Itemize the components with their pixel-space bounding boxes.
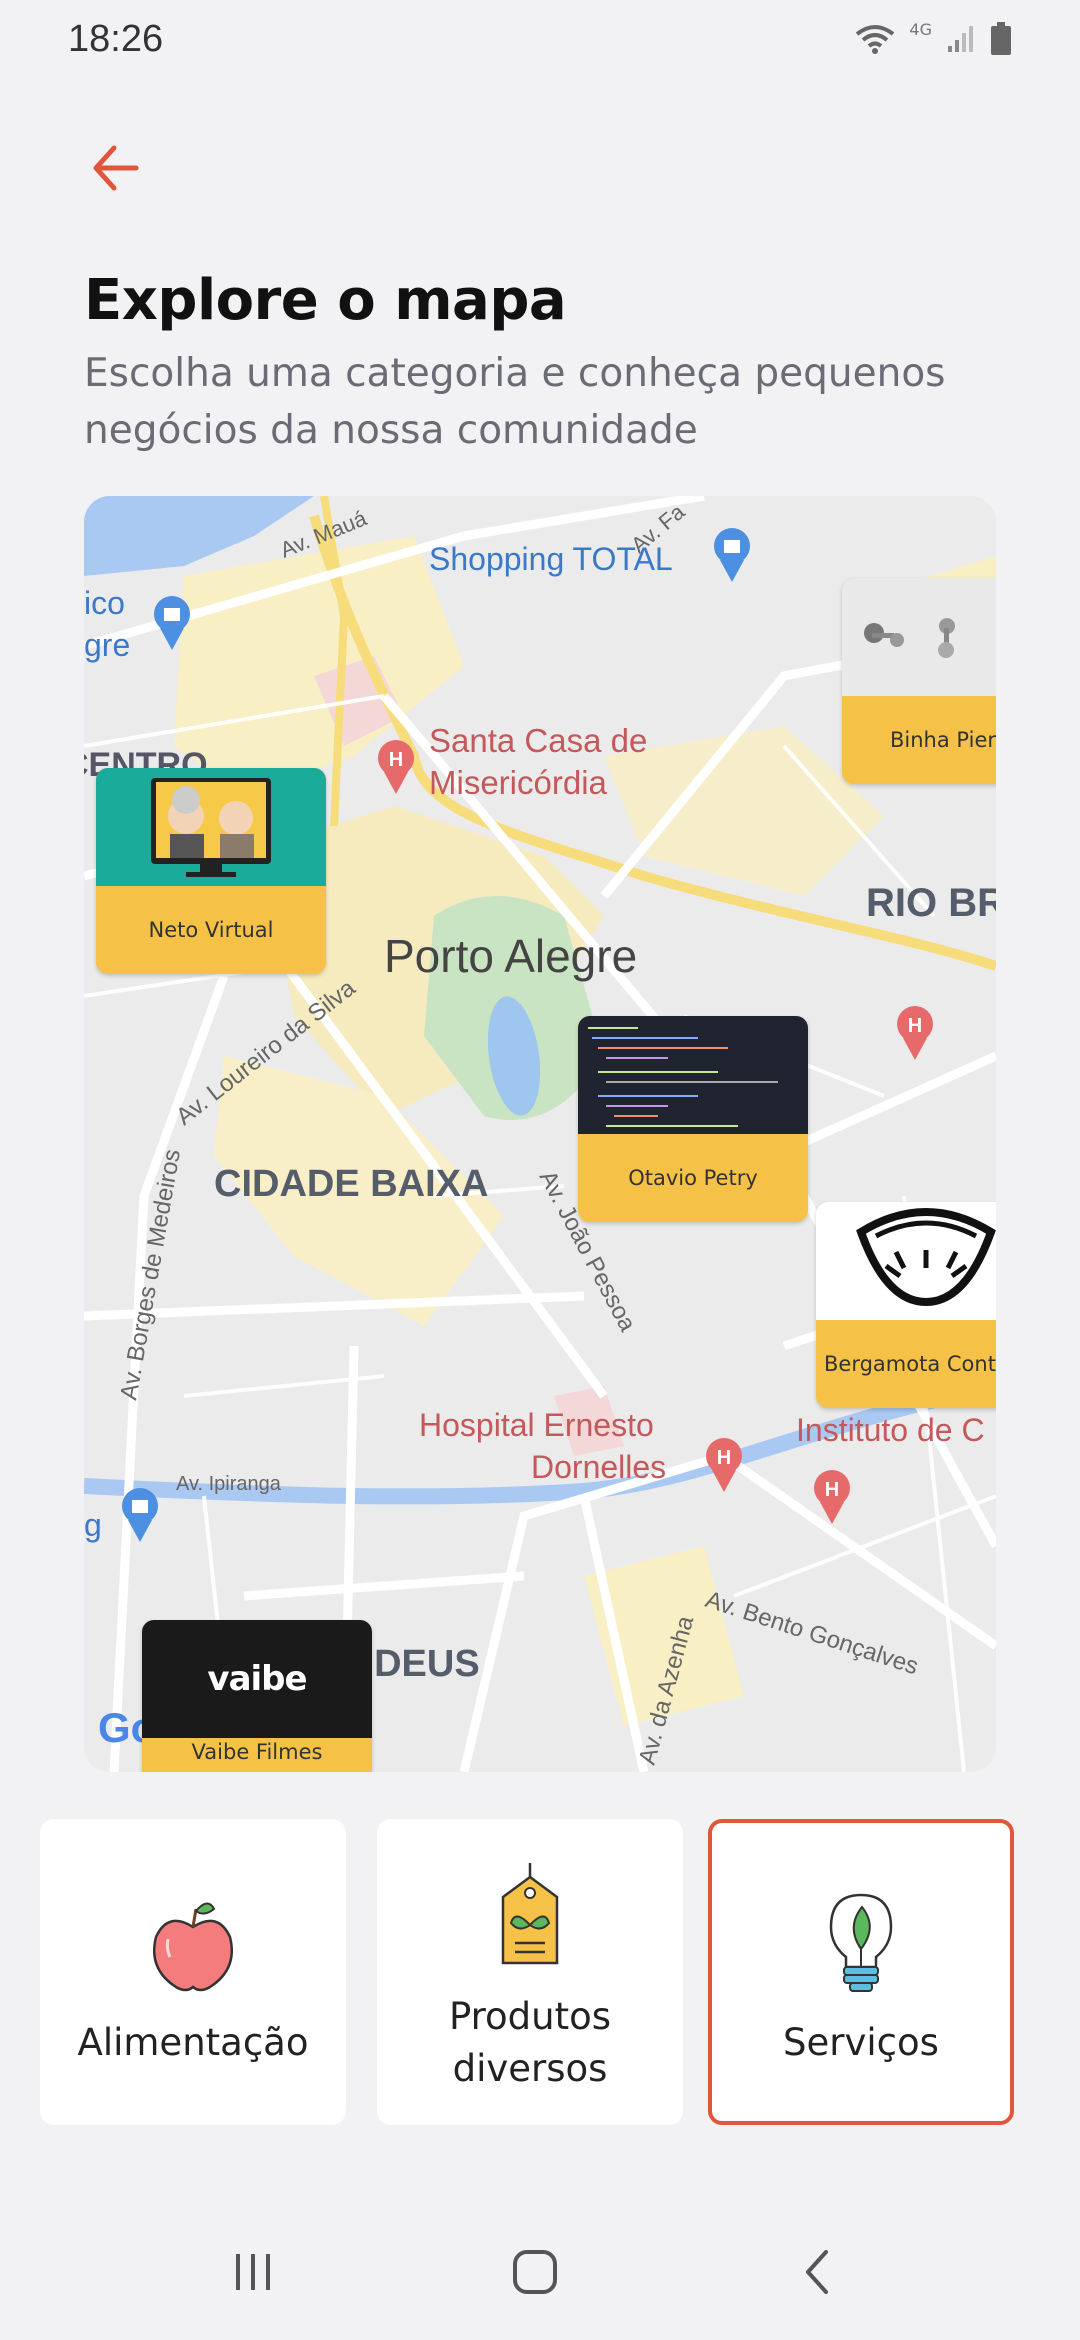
map-label-ipiranga: Av. Ipiranga bbox=[176, 1473, 282, 1495]
status-icons: 4G bbox=[855, 19, 1012, 56]
back-nav-icon bbox=[806, 2250, 828, 2294]
category-label-line1: Produtos bbox=[448, 1995, 612, 2038]
tangerine-slice-icon bbox=[856, 1208, 996, 1307]
map-label-instituto: Instituto de C bbox=[796, 1412, 985, 1448]
business-name: Otavio Petry bbox=[628, 1166, 758, 1190]
otavio-petry-thumbnail bbox=[578, 1016, 808, 1134]
apple-icon bbox=[153, 1902, 233, 1992]
battery-icon bbox=[991, 22, 1011, 55]
category-servicos[interactable]: Serviços bbox=[708, 1819, 1014, 2125]
category-label-line2: diversos bbox=[452, 2047, 608, 2090]
svg-text:H: H bbox=[717, 1447, 731, 1469]
map-view[interactable]: H H H H Av. Mauá Av. Fa Shopping TOTAL i… bbox=[84, 496, 996, 1772]
category-label: Serviços bbox=[783, 2021, 939, 2064]
page-subtitle: Escolha uma categoria e conheça pequenos… bbox=[84, 351, 946, 453]
back-button[interactable] bbox=[84, 135, 156, 201]
map-label-santa-casa-1: Santa Casa de bbox=[429, 722, 647, 759]
business-card-otavio-petry[interactable]: Otavio Petry bbox=[578, 1016, 808, 1222]
vaibe-filmes-thumbnail: vaibe bbox=[142, 1620, 372, 1738]
back-nav-button[interactable] bbox=[782, 2242, 852, 2302]
map-label-gre: gre bbox=[84, 627, 130, 663]
business-name: Neto Virtual bbox=[148, 918, 274, 942]
map-label-cidade-baixa: CIDADE BAIXA bbox=[214, 1163, 488, 1205]
map-label-ico: ico bbox=[84, 585, 125, 621]
recent-apps-button[interactable] bbox=[218, 2242, 288, 2302]
vaibe-logo: vaibe bbox=[207, 1659, 307, 1699]
business-card-neto-virtual[interactable]: Neto Virtual bbox=[96, 768, 326, 974]
neto-virtual-thumbnail bbox=[96, 768, 326, 886]
home-icon bbox=[513, 2250, 557, 2294]
tag-leaf-icon bbox=[501, 1863, 559, 1965]
map-label-g: g bbox=[84, 1507, 102, 1543]
recent-apps-icon bbox=[236, 2254, 270, 2290]
status-bar: 18:26 4G bbox=[0, 0, 1080, 90]
category-alimentacao[interactable]: Alimentação bbox=[40, 1819, 346, 2125]
map-label-hospital-2: Dornelles bbox=[531, 1449, 666, 1485]
status-time: 18:26 bbox=[68, 18, 164, 60]
signal-icon bbox=[948, 26, 973, 52]
wifi-icon bbox=[856, 25, 895, 54]
lightbulb-leaf-icon bbox=[829, 1893, 893, 1992]
map-label-santa-casa-2: Misericórdia bbox=[429, 764, 608, 801]
elderly-couple-icon bbox=[151, 778, 271, 877]
arrow-left-icon bbox=[93, 145, 139, 191]
business-name: Binha Piercing bbox=[890, 728, 996, 752]
business-name: Vaibe Filmes bbox=[191, 1740, 323, 1764]
business-name: Bergamota Conteúdo bbox=[824, 1352, 996, 1376]
category-produtos-diversos[interactable]: Produtos diversos bbox=[377, 1819, 683, 2125]
map-label-rio-br: RIO BR bbox=[866, 881, 996, 925]
network-type: 4G bbox=[909, 19, 932, 39]
map-label-shopping: Shopping TOTAL bbox=[429, 541, 673, 577]
piercing-jewelry-icon bbox=[864, 618, 955, 658]
page-title: Explore o mapa bbox=[84, 268, 567, 333]
svg-text:H: H bbox=[389, 749, 403, 771]
business-card-vaibe-filmes[interactable]: vaibe Vaibe Filmes bbox=[142, 1620, 372, 1772]
map-label-hospital-1: Hospital Ernesto bbox=[419, 1407, 654, 1443]
svg-text:H: H bbox=[908, 1015, 922, 1037]
bergamota-thumbnail bbox=[816, 1202, 996, 1320]
system-nav-bar bbox=[0, 2200, 1080, 2340]
business-card-binha-piercing[interactable]: Binha Piercing bbox=[842, 578, 996, 784]
map-label-porto-alegre: Porto Alegre bbox=[384, 930, 637, 982]
home-button[interactable] bbox=[500, 2242, 570, 2302]
category-label: Alimentação bbox=[77, 2021, 309, 2064]
binha-piercing-thumbnail bbox=[842, 578, 996, 696]
code-editor-icon bbox=[588, 1027, 778, 1127]
svg-text:H: H bbox=[825, 1479, 839, 1501]
business-card-bergamota[interactable]: Bergamota Conteúdo bbox=[816, 1202, 996, 1408]
